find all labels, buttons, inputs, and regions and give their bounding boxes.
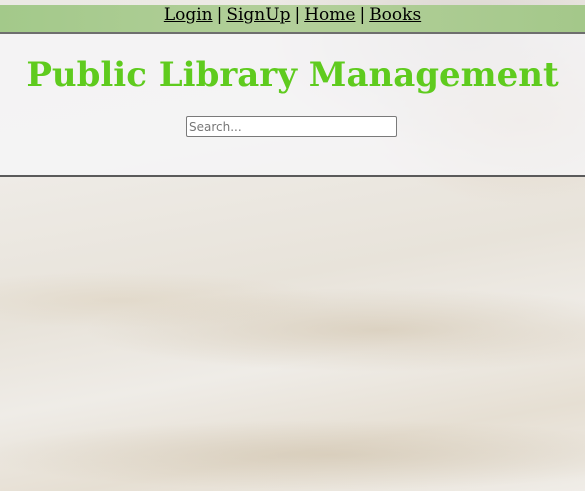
search-input[interactable] — [186, 116, 397, 137]
nav-separator: | — [294, 5, 301, 25]
nav-link-home[interactable]: Home — [304, 5, 355, 25]
nav-link-books[interactable]: Books — [369, 5, 421, 25]
nav-separator: | — [359, 5, 366, 25]
nav-separator: | — [216, 5, 223, 25]
page-title: Public Library Management — [26, 55, 559, 95]
page-header: Public Library Management — [0, 34, 585, 177]
top-navigation-bar: Login | SignUp | Home | Books — [0, 5, 585, 34]
nav-link-login[interactable]: Login — [164, 5, 213, 25]
nav-link-signup[interactable]: SignUp — [226, 5, 290, 25]
